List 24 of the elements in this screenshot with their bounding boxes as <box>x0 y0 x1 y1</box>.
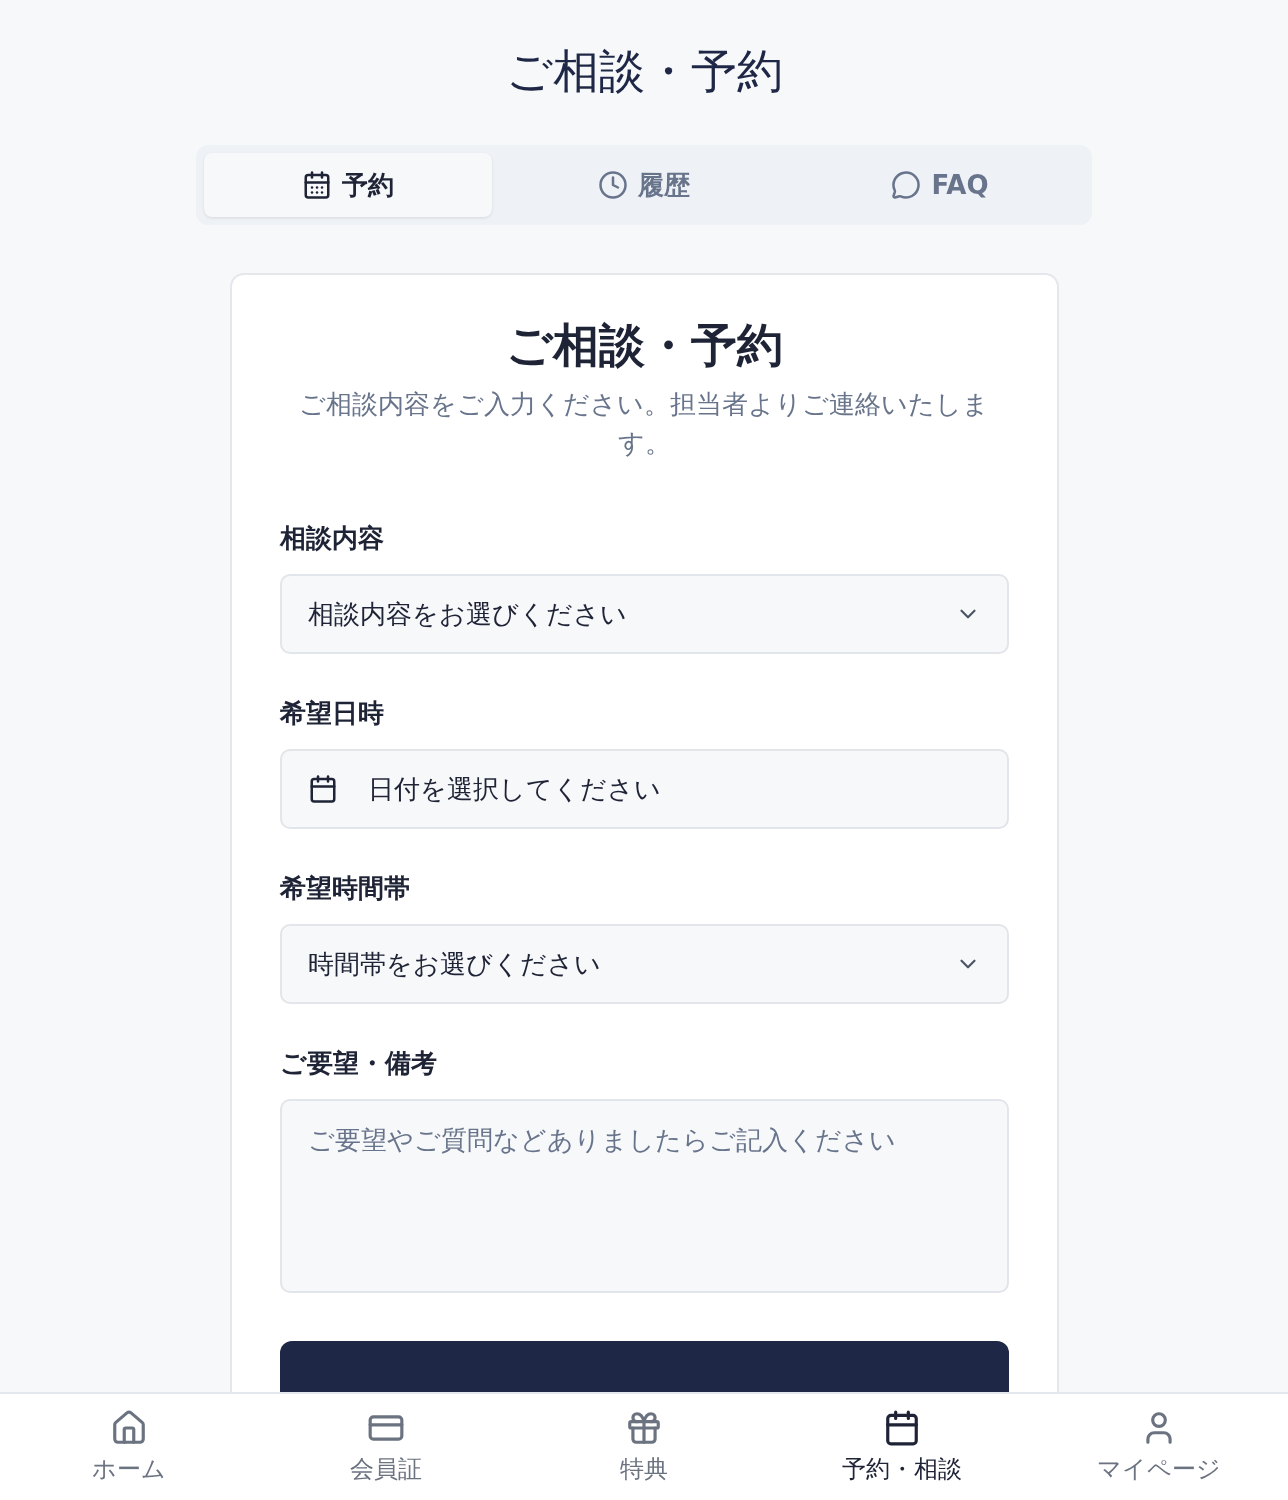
nav-item[interactable]: 予約・相談 <box>772 1394 1031 1500</box>
field-label: 希望時間帯 <box>279 872 411 906</box>
clock-icon <box>598 170 628 201</box>
tab[interactable]: 履歴 <box>500 153 788 218</box>
select-field[interactable]: 時間帯をお選びください <box>279 924 1009 1005</box>
field-label: 希望日時 <box>279 697 385 731</box>
tab[interactable]: 予約 <box>204 153 492 218</box>
field-label: 相談内容 <box>279 522 385 556</box>
calendar-icon <box>302 170 332 201</box>
field-label: ご要望・備考 <box>279 1047 438 1081</box>
page-title: ご相談・予約 <box>505 44 783 100</box>
select-field[interactable]: 相談内容をお選びください <box>279 574 1009 655</box>
gift-icon <box>625 1409 663 1447</box>
textarea-field[interactable]: ご要望やご質問などありましたらご記入ください <box>279 1099 1009 1294</box>
nav-item[interactable]: 特典 <box>515 1394 773 1500</box>
date-field[interactable]: 日付を選択してください <box>279 749 1009 830</box>
chat-bubble-icon <box>891 170 922 201</box>
nav-item[interactable]: ホーム <box>0 1394 258 1500</box>
form-title: ご相談・予約 <box>504 317 784 375</box>
nav-item[interactable]: 会員証 <box>257 1394 516 1500</box>
form-subtitle: ご相談内容をご入力ください。担当者よりご連絡いたします。 <box>298 388 990 461</box>
nav-item[interactable]: マイページ <box>1030 1394 1288 1500</box>
calendar-icon <box>307 774 338 805</box>
tab[interactable]: FAQ <box>796 153 1084 218</box>
